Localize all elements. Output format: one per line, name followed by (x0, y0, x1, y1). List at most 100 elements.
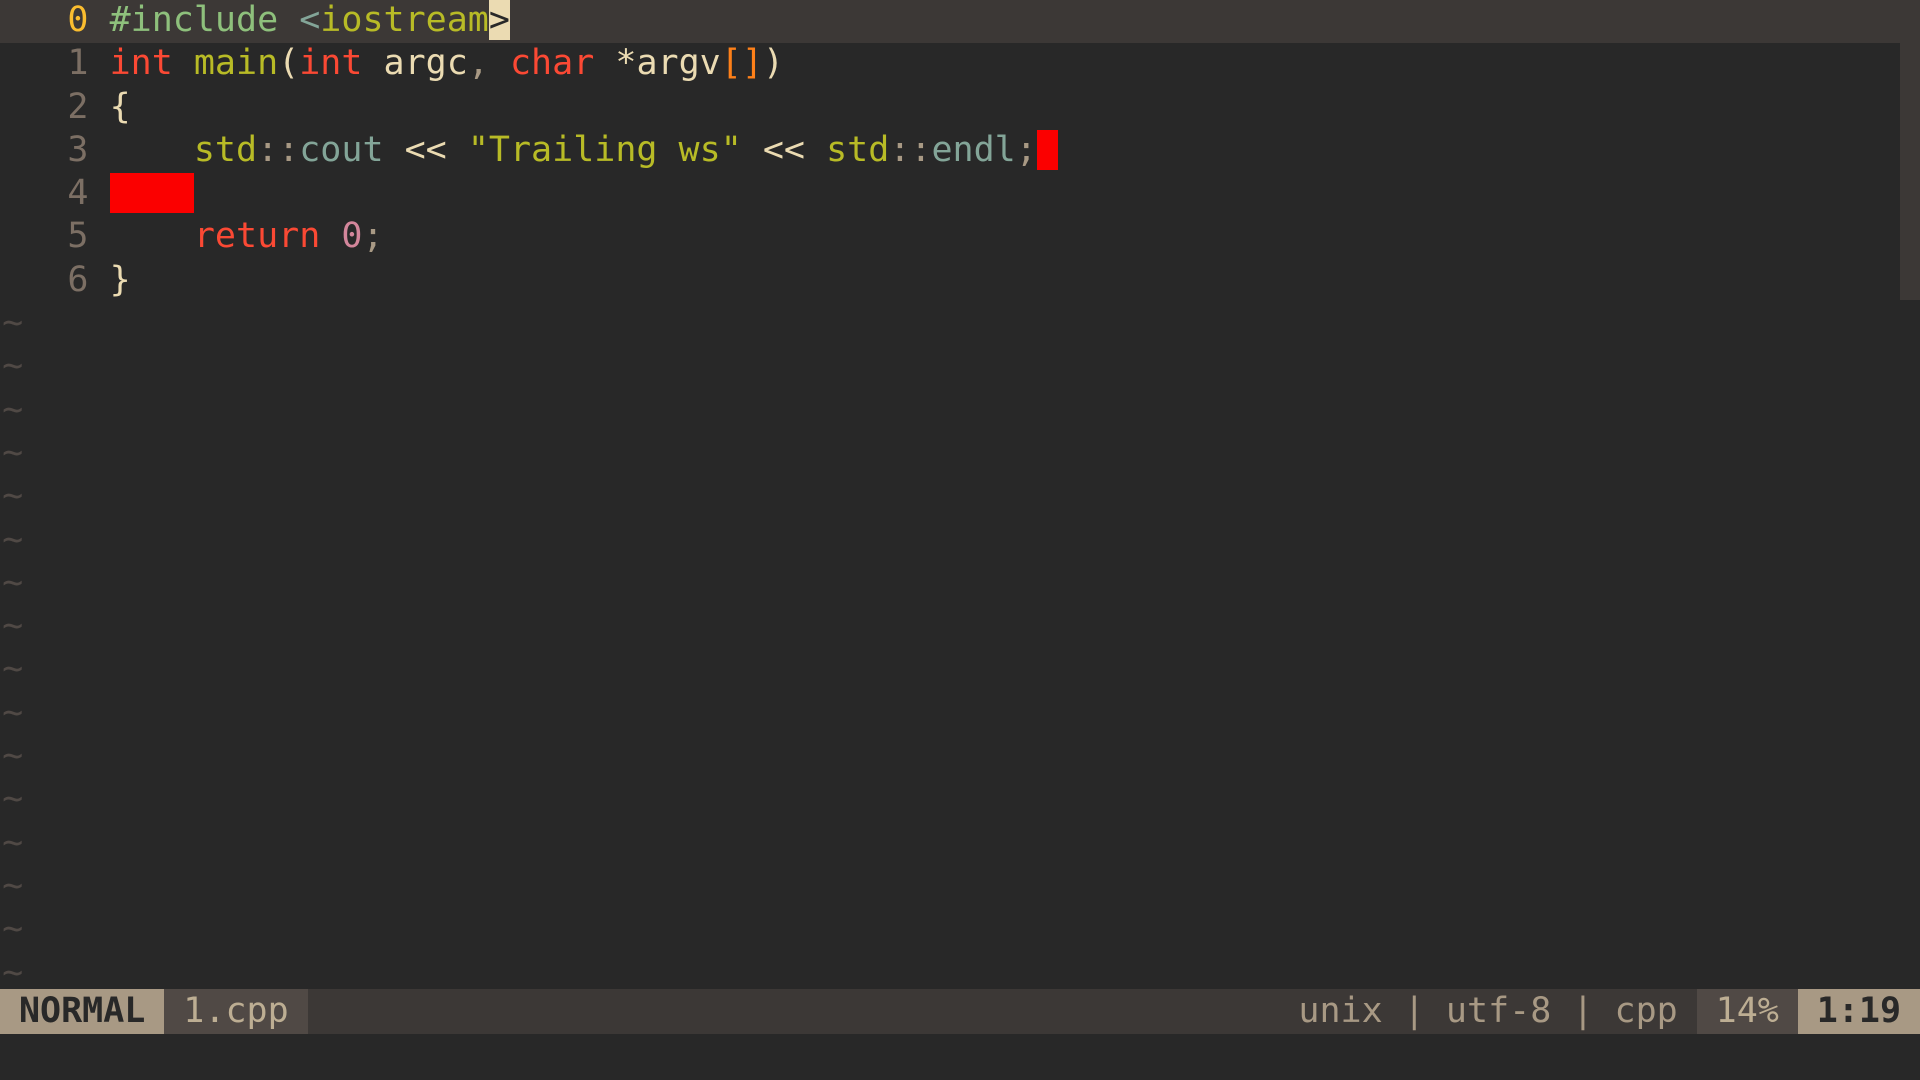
code-line[interactable]: 3 std::cout << "Trailing ws" << std::end… (0, 130, 1920, 173)
empty-line: ~ (0, 909, 1920, 952)
code-content: int main(int argc, char *argv[]) (110, 43, 784, 83)
tilde-icon: ~ (0, 563, 23, 606)
empty-line: ~ (0, 390, 1920, 433)
status-spacer (308, 989, 1280, 1035)
file-info: unix | utf-8 | cpp (1279, 989, 1696, 1035)
mode-indicator: NORMAL (0, 989, 164, 1035)
token-type: int (299, 43, 362, 83)
token-bracket: ] (742, 43, 763, 83)
trailing-whitespace (1037, 130, 1058, 170)
token-operator: << (763, 130, 805, 170)
command-line[interactable] (0, 1034, 1920, 1080)
empty-line: ~ (0, 346, 1920, 389)
code-line[interactable]: 4 (0, 173, 1920, 216)
code-line[interactable]: 0 #include <iostream> (0, 0, 1920, 43)
empty-line: ~ (0, 520, 1920, 563)
tilde-icon: ~ (0, 390, 23, 433)
empty-line: ~ (0, 779, 1920, 822)
token-identifier: argc (384, 43, 468, 83)
line-number: 1 (0, 43, 110, 83)
token-endl: endl (931, 130, 1015, 170)
empty-line: ~ (0, 736, 1920, 779)
empty-line: ~ (0, 866, 1920, 909)
token-space (173, 43, 194, 83)
token-space (489, 43, 510, 83)
tilde-icon: ~ (0, 476, 23, 519)
tilde-icon: ~ (0, 823, 23, 866)
scrollbar-thumb[interactable] (1900, 0, 1920, 300)
token-indent (110, 216, 194, 256)
token-operator: << (405, 130, 447, 170)
encoding: utf-8 (1446, 991, 1551, 1031)
token-string: "Trailing ws" (468, 130, 742, 170)
tilde-icon: ~ (0, 520, 23, 563)
token-brace: } (110, 260, 131, 300)
tilde-icon: ~ (0, 433, 23, 476)
empty-line: ~ (0, 649, 1920, 692)
separator: | (1551, 991, 1614, 1031)
empty-line: ~ (0, 693, 1920, 736)
token-preproc: #include (110, 0, 300, 40)
token-space (447, 130, 468, 170)
line-number: 4 (0, 173, 110, 213)
token-star: * (615, 43, 636, 83)
token-space (320, 216, 341, 256)
token-space (362, 43, 383, 83)
line-number: 0 (0, 0, 110, 40)
token-keyword: return (194, 216, 320, 256)
token-namespace: std (194, 130, 257, 170)
token-type: int (110, 43, 173, 83)
code-content: std::cout << "Trailing ws" << std::endl; (110, 130, 1058, 170)
tilde-icon: ~ (0, 346, 23, 389)
tilde-icon: ~ (0, 303, 23, 346)
status-line: NORMAL 1.cpp unix | utf-8 | cpp 14% 1:19 (0, 989, 1920, 1035)
tilde-icon: ~ (0, 693, 23, 736)
token-space (742, 130, 763, 170)
code-content: #include <iostream> (110, 0, 510, 40)
filename-indicator: 1.cpp (164, 989, 307, 1035)
token-cout: cout (299, 130, 383, 170)
token-paren: ) (763, 43, 784, 83)
code-line[interactable]: 5 return 0; (0, 216, 1920, 259)
empty-line: ~ (0, 823, 1920, 866)
token-space (805, 130, 826, 170)
token-scope: :: (889, 130, 931, 170)
token-number: 0 (341, 216, 362, 256)
token-angle-bracket: < (299, 0, 320, 40)
tilde-icon: ~ (0, 606, 23, 649)
token-bracket: [ (721, 43, 742, 83)
line-number: 3 (0, 130, 110, 170)
token-brace: { (110, 87, 131, 127)
empty-line: ~ (0, 563, 1920, 606)
token-namespace: std (826, 130, 889, 170)
text-buffer[interactable]: 0 #include <iostream> 1 int main(int arg… (0, 0, 1920, 989)
tilde-icon: ~ (0, 779, 23, 822)
code-line[interactable]: 6 } (0, 260, 1920, 303)
empty-line: ~ (0, 476, 1920, 519)
vim-editor: 0 #include <iostream> 1 int main(int arg… (0, 0, 1920, 1080)
line-number: 6 (0, 260, 110, 300)
token-type: char (510, 43, 594, 83)
filetype: cpp (1615, 991, 1678, 1031)
token-space (594, 43, 615, 83)
empty-line: ~ (0, 953, 1920, 989)
token-indent (110, 130, 194, 170)
tilde-icon: ~ (0, 736, 23, 779)
token-paren: ( (278, 43, 299, 83)
token-function: main (194, 43, 278, 83)
token-comma: , (468, 43, 489, 83)
token-identifier: argv (636, 43, 720, 83)
code-content: { (110, 87, 131, 127)
tilde-icon: ~ (0, 866, 23, 909)
code-line[interactable]: 1 int main(int argc, char *argv[]) (0, 43, 1920, 86)
token-include-file: iostream (320, 0, 489, 40)
tilde-icon: ~ (0, 953, 23, 989)
empty-line: ~ (0, 303, 1920, 346)
token-space (384, 130, 405, 170)
line-number: 5 (0, 216, 110, 256)
fileformat: unix (1298, 991, 1382, 1031)
code-content (110, 173, 194, 213)
code-line[interactable]: 2 { (0, 87, 1920, 130)
code-content: return 0; (110, 216, 384, 256)
token-scope: :: (257, 130, 299, 170)
